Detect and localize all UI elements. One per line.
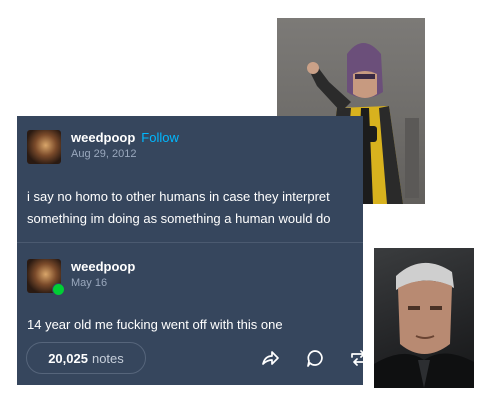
original-post-text-line2: something im doing as something a human …	[27, 211, 331, 226]
notes-button[interactable]: 20,025 notes	[26, 342, 146, 374]
reblog-date[interactable]: May 16	[71, 277, 135, 289]
tumblr-post-card: weedpoop Follow Aug 29, 2012 i say no ho…	[17, 116, 363, 385]
original-post-meta: weedpoop Follow Aug 29, 2012	[71, 130, 179, 160]
original-post-date[interactable]: Aug 29, 2012	[71, 148, 179, 160]
reblogger-username[interactable]: weedpoop	[71, 259, 135, 274]
reblog-text: 14 year old me fucking went off with thi…	[27, 317, 283, 332]
reblogger-avatar[interactable]	[27, 259, 65, 296]
reblog-button[interactable]	[349, 348, 363, 368]
original-poster-avatar[interactable]	[27, 130, 61, 164]
post-divider	[17, 242, 363, 243]
original-post-header: weedpoop Follow Aug 29, 2012	[27, 130, 179, 164]
reblog-meta: weedpoop May 16	[71, 259, 135, 289]
original-post-text: i say no homo to other humans in case th…	[27, 186, 331, 230]
magneto-portrait-photo	[374, 248, 474, 388]
share-button[interactable]	[260, 348, 280, 368]
original-post-text-line1: i say no homo to other humans in case th…	[27, 189, 330, 204]
reply-icon	[307, 350, 323, 367]
reblog-header: weedpoop May 16	[27, 259, 135, 296]
original-post-name-line: weedpoop Follow	[71, 130, 179, 145]
notes-label: notes	[91, 350, 124, 366]
reblog-icon	[351, 350, 363, 366]
follow-button[interactable]: Follow	[141, 130, 179, 145]
original-poster-username[interactable]: weedpoop	[71, 130, 135, 145]
reply-button[interactable]	[305, 348, 325, 368]
notes-count: 20,025	[48, 350, 88, 366]
share-icon	[262, 351, 279, 365]
reblog-badge-icon	[52, 283, 65, 296]
